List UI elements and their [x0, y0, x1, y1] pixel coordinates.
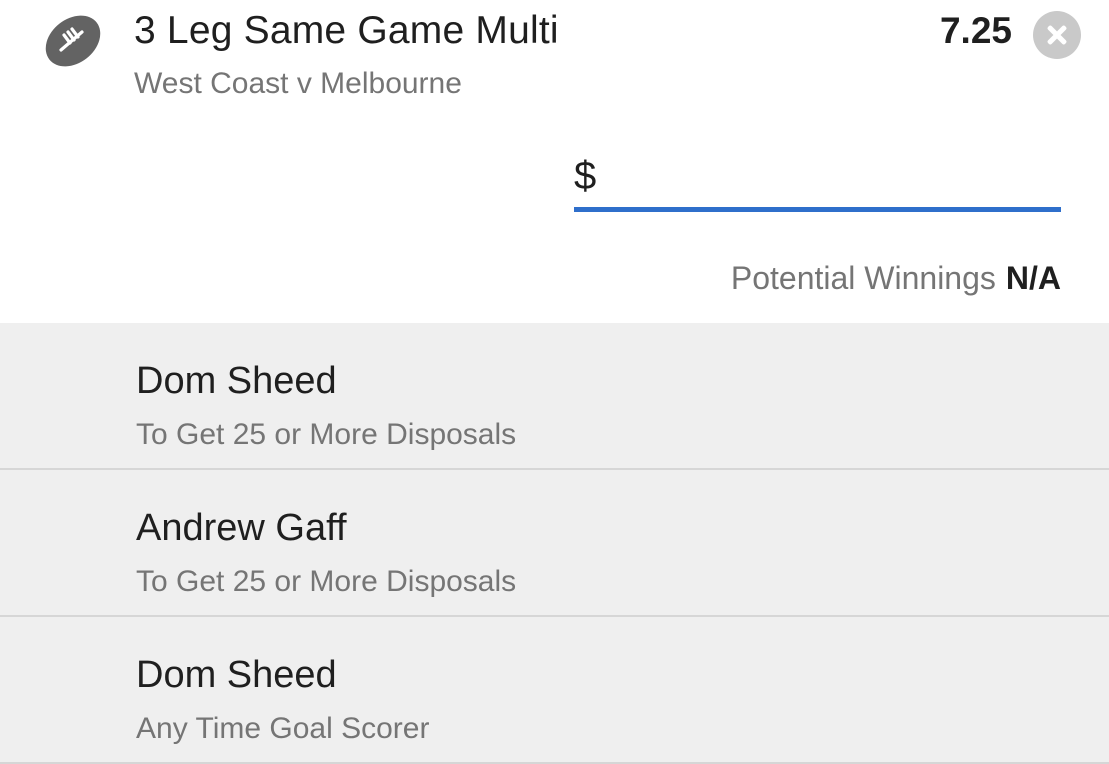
bet-title: 3 Leg Same Game Multi	[134, 9, 559, 52]
potential-winnings: Potential Winnings N/A	[731, 258, 1061, 298]
potential-winnings-label: Potential Winnings	[730, 260, 996, 296]
leg-market: To Get 25 or More Disposals	[136, 565, 517, 598]
bet-header: 3 Leg Same Game Multi West Coast v Melbo…	[0, 0, 1109, 323]
leg-item[interactable]: Dom Sheed Any Time Goal Scorer	[0, 617, 1109, 764]
close-icon[interactable]	[1033, 11, 1081, 59]
leg-market: To Get 25 or More Disposals	[136, 418, 517, 451]
leg-item[interactable]: Andrew Gaff To Get 25 or More Disposals	[0, 470, 1109, 617]
legs-list: Dom Sheed To Get 25 or More Disposals An…	[0, 323, 1109, 764]
football-icon	[42, 12, 104, 70]
leg-player: Dom Sheed	[136, 360, 337, 402]
bet-odds: 7.25	[939, 10, 1012, 51]
leg-player: Andrew Gaff	[136, 507, 347, 549]
stake-input[interactable]	[608, 150, 1048, 204]
potential-winnings-value: N/A	[1005, 260, 1061, 296]
leg-market: Any Time Goal Scorer	[136, 712, 430, 745]
stake-field[interactable]: $	[574, 148, 1061, 212]
currency-symbol: $	[574, 154, 597, 198]
leg-item[interactable]: Dom Sheed To Get 25 or More Disposals	[0, 323, 1109, 470]
match-name: West Coast v Melbourne	[134, 67, 462, 100]
leg-player: Dom Sheed	[136, 654, 337, 696]
bet-slip: 3 Leg Same Game Multi West Coast v Melbo…	[0, 0, 1109, 764]
